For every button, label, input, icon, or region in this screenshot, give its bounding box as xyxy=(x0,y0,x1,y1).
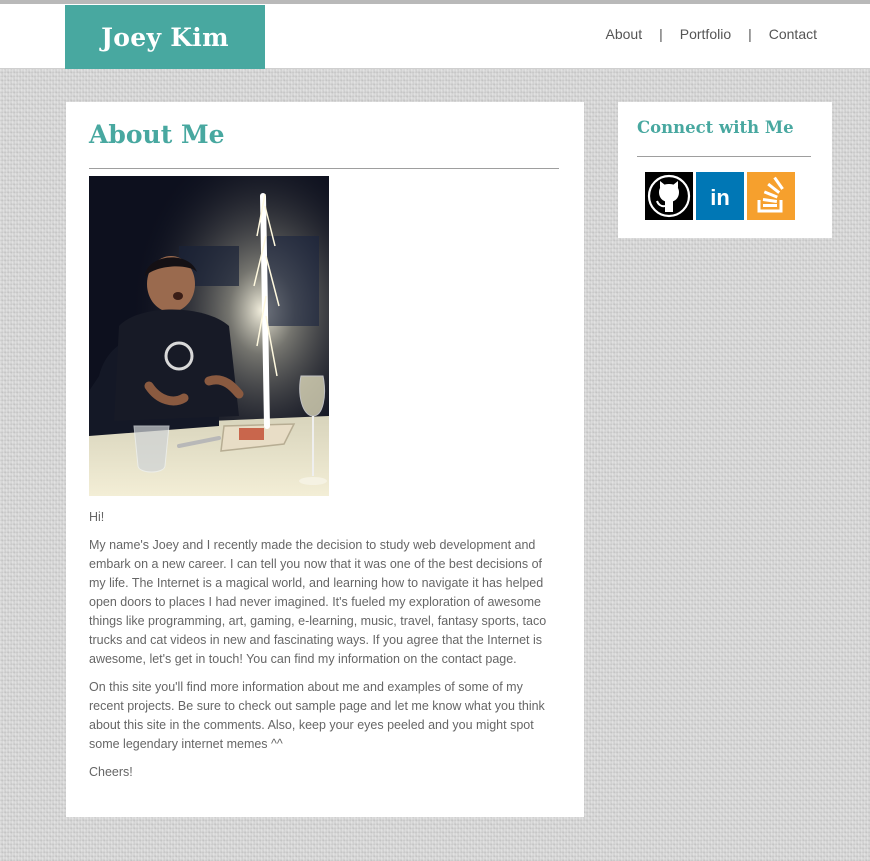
github-link[interactable] xyxy=(645,172,693,220)
nav-link-portfolio[interactable]: Portfolio xyxy=(680,26,731,42)
birthday-sparkler-photo-icon xyxy=(89,176,329,496)
linkedin-link[interactable]: in xyxy=(696,172,744,220)
stackoverflow-icon xyxy=(747,172,795,220)
logo[interactable]: Joey Kim xyxy=(65,5,265,69)
main-nav: About | Portfolio | Contact xyxy=(606,26,817,42)
title-divider xyxy=(89,168,559,169)
stackoverflow-link[interactable] xyxy=(747,172,795,220)
intro-paragraph: My name's Joey and I recently made the d… xyxy=(89,538,547,666)
logo-text: Joey Kim xyxy=(101,22,229,52)
nav-link-about[interactable]: About xyxy=(606,26,643,42)
site-info-paragraph: On this site you'll find more informatio… xyxy=(89,680,545,751)
profile-photo xyxy=(89,176,329,496)
closing-paragraph: Cheers! xyxy=(89,765,133,779)
site-header: Joey Kim About | Portfolio | Contact xyxy=(0,4,870,69)
nav-link-contact[interactable]: Contact xyxy=(769,26,817,42)
connect-divider xyxy=(637,156,811,157)
linkedin-glyph: in xyxy=(710,185,730,210)
greeting-paragraph: Hi! xyxy=(89,510,105,524)
github-icon xyxy=(645,172,693,220)
nav-separator: | xyxy=(748,26,752,42)
linkedin-icon: in xyxy=(696,172,744,220)
connect-title: Connect with Me xyxy=(637,118,794,137)
about-text: Hi! My name's Joey and I recently made t… xyxy=(89,508,561,791)
connect-card: Connect with Me in xyxy=(618,102,832,238)
page-title: About Me xyxy=(89,120,225,149)
nav-separator: | xyxy=(659,26,663,42)
about-card: About Me Hi! My name's Joey and I recent… xyxy=(66,102,584,817)
